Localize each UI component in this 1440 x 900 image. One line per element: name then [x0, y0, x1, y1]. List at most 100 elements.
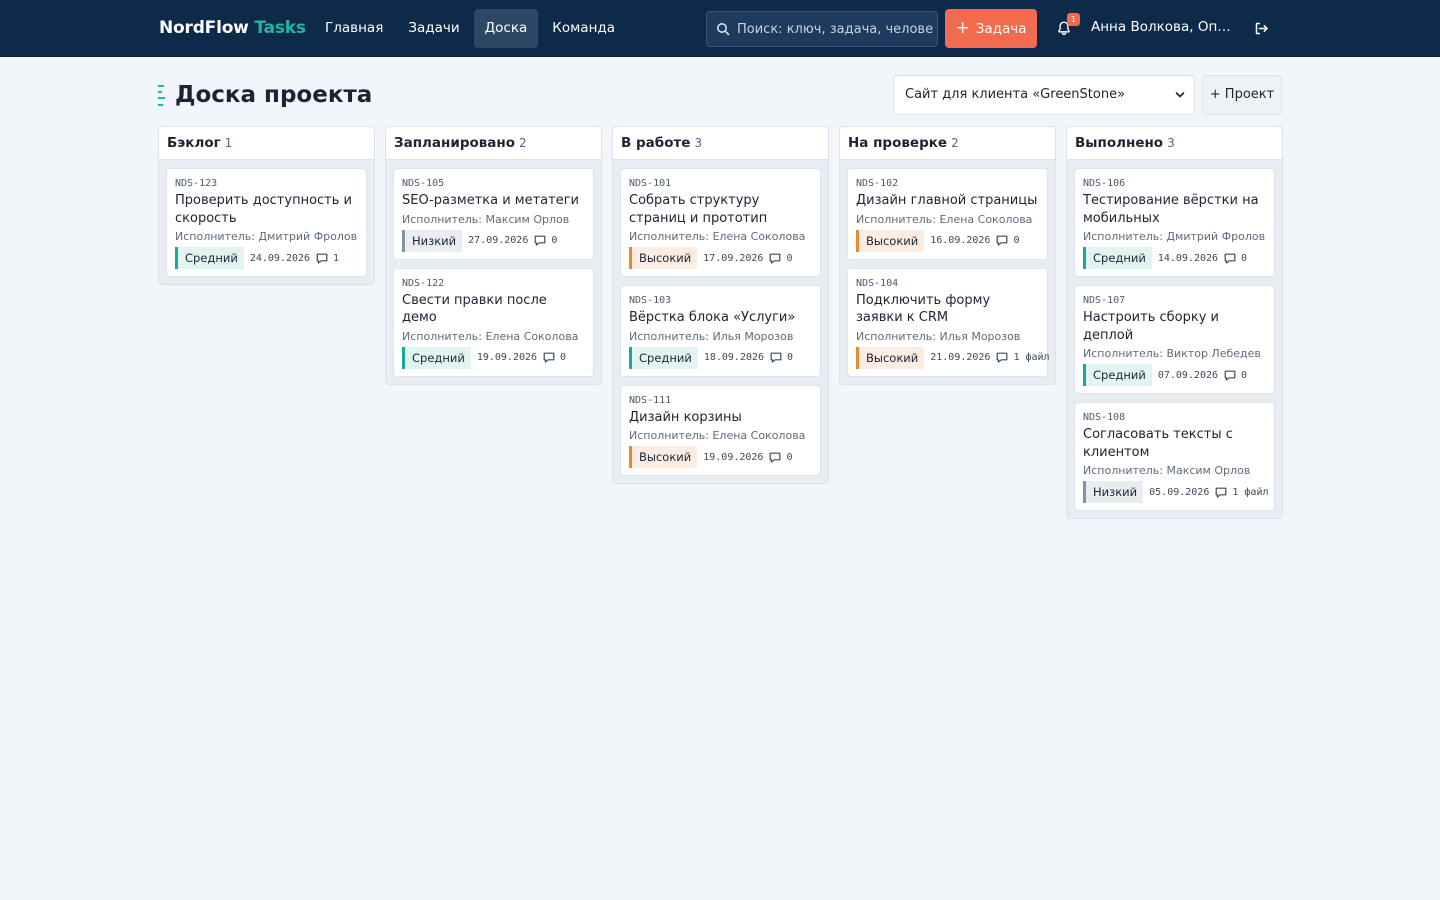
due-date: 24.09.2026	[249, 252, 311, 264]
logout-icon[interactable]	[1254, 21, 1269, 36]
due-date: 17.09.2026	[703, 252, 764, 264]
task-meta: Высокий 17.09.2026 0	[629, 247, 812, 269]
column-header: В работе 3	[613, 127, 828, 160]
assignee-prefix: Исполнитель:	[1083, 230, 1167, 243]
comment-count: 1 файл	[1013, 352, 1050, 363]
column-review: На проверке 2 NDS-102 Дизайн главной страни…	[839, 126, 1056, 385]
task-meta: Средний 07.09.2026 0	[1083, 364, 1266, 386]
due-date: 16.09.2026	[930, 235, 991, 246]
task-key: NDS-122	[402, 277, 445, 289]
column-done: Выполнено 3 NDS-106 Тестирование вёрстки на…	[1066, 126, 1283, 519]
nav-item-team[interactable]: Команда	[541, 9, 626, 48]
column-title: Запланировано	[394, 135, 516, 151]
task-card[interactable]: NDS-104 Подключить форму заявки к CRM Испо…	[847, 267, 1050, 377]
task-meta: Низкий 05.09.2026 1 файл	[1083, 481, 1268, 503]
new-task-label: Задача	[975, 20, 1027, 37]
column-count: 2	[951, 136, 959, 150]
comment-icon	[1215, 487, 1227, 498]
priority-badge: Высокий	[629, 446, 698, 468]
main-nav: Главная Задачи Доска Команда	[314, 9, 629, 48]
task-title: Вёрстка блока «Услуги»	[629, 310, 796, 325]
task-card[interactable]: NDS-108 Согласовать тексты с клиентом Испо…	[1074, 402, 1275, 511]
task-key: NDS-111	[629, 394, 672, 406]
priority-badge: Низкий	[402, 229, 463, 252]
project-select[interactable]: Сайт для клиента «GreenStone»	[893, 75, 1195, 115]
search-icon	[717, 23, 730, 36]
task-card[interactable]: NDS-101 Собрать структуру страниц и прото…	[620, 168, 821, 277]
task-title: SEO-разметка и метатеги	[402, 193, 579, 208]
comment-icon	[770, 352, 782, 363]
task-assignee: Исполнитель: Елена Соколова	[629, 229, 812, 244]
due-date: 19.09.2026	[476, 352, 538, 363]
add-project-button[interactable]: + Проект	[1202, 75, 1282, 115]
task-card[interactable]: NDS-122 Свести правки после демо Исполните…	[393, 267, 594, 377]
task-title: Собрать структуру страниц и прототип	[629, 193, 768, 226]
plus-icon: +	[955, 18, 970, 38]
assignee-prefix: Исполнитель:	[856, 212, 940, 226]
comment-icon	[770, 253, 781, 264]
comment-icon	[1224, 370, 1236, 381]
nav-item-tasks[interactable]: Задачи	[397, 9, 470, 48]
column-count: 3	[1167, 136, 1175, 150]
task-title: Подключить форму заявки к CRM	[856, 292, 991, 326]
comment-icon	[770, 452, 781, 463]
due-date: 18.09.2026	[703, 352, 765, 363]
priority-badge: Низкий	[1083, 481, 1144, 503]
user-name[interactable]: Анна Волкова, Операционный менеджер	[1091, 19, 1237, 35]
column-count: 3	[694, 136, 703, 150]
search-input[interactable]	[737, 12, 933, 46]
task-assignee: Исполнитель: Дмитрий Фролов	[1083, 229, 1266, 244]
project-select-value: Сайт для клиента «GreenStone»	[905, 87, 1126, 102]
brand-accent: Tasks	[254, 18, 306, 38]
priority-badge: Средний	[629, 346, 698, 369]
task-key: NDS-101	[629, 178, 672, 189]
task-key: NDS-106	[1083, 178, 1126, 189]
assignee-name: Максим Орлов	[1166, 464, 1251, 477]
comment-count: 0	[1241, 252, 1248, 264]
assignee-name: Максим Орлов	[485, 212, 570, 226]
task-card[interactable]: NDS-103 Вёрстка блока «Услуги» Исполнитель…	[620, 285, 821, 377]
task-title: Согласовать тексты с клиентом	[1083, 427, 1233, 460]
task-assignee: Исполнитель: Елена Соколова	[856, 212, 1039, 227]
column-header: На проверке 2	[840, 127, 1055, 160]
priority-badge: Высокий	[856, 346, 925, 369]
task-assignee: Исполнитель: Максим Орлов	[1083, 463, 1266, 478]
notification-badge: 1	[1067, 13, 1080, 26]
page-title: Доска проекта	[175, 82, 373, 108]
task-key: NDS-102	[856, 178, 899, 189]
comment-count: 0	[786, 252, 793, 264]
comment-count: 1	[333, 252, 340, 264]
task-assignee: Исполнитель: Максим Орлов	[402, 212, 585, 227]
task-card[interactable]: NDS-106 Тестирование вёрстки на мобильных…	[1074, 168, 1275, 277]
assignee-prefix: Исполнитель:	[1083, 464, 1167, 477]
nav-item-home[interactable]: Главная	[314, 9, 394, 48]
column-backlog: Бэклог 1 NDS-123 Проверить доступность и ск…	[158, 126, 375, 285]
comment-icon	[1224, 253, 1236, 264]
brand-logo[interactable]: NordFlow Tasks	[159, 18, 306, 38]
task-card[interactable]: NDS-105 SEO-разметка и метатеги Исполнител…	[393, 168, 594, 260]
assignee-name: Елена Соколова	[939, 212, 1033, 226]
task-meta: Низкий 27.09.2026 0	[402, 229, 585, 252]
task-card[interactable]: NDS-102 Дизайн главной страницы Исполнител…	[847, 168, 1048, 260]
column-title: На проверке	[848, 135, 948, 151]
task-key: NDS-105	[402, 178, 445, 189]
due-date: 27.09.2026	[468, 235, 529, 246]
task-card[interactable]: NDS-111 Дизайн корзины Исполнитель: Елена …	[620, 384, 821, 476]
assignee-name: Дмитрий Фролов	[1166, 230, 1266, 243]
assignee-prefix: Исполнитель:	[629, 329, 713, 343]
priority-badge: Высокий	[629, 247, 698, 269]
search-box[interactable]	[706, 11, 938, 47]
task-assignee: Исполнитель: Илья Морозов	[629, 329, 812, 344]
due-date: 07.09.2026	[1157, 369, 1219, 381]
brand-main: NordFlow	[159, 18, 249, 38]
task-card[interactable]: NDS-107 Настроить сборку и деплой Исполнит…	[1074, 285, 1275, 394]
task-meta: Высокий 19.09.2026 0	[629, 446, 812, 468]
comment-count: 0	[787, 352, 794, 363]
new-task-button[interactable]: + Задача	[945, 9, 1037, 48]
column-title: Выполнено	[1075, 135, 1164, 151]
task-meta: Высокий 16.09.2026 0	[856, 229, 1039, 252]
task-key: NDS-107	[1083, 295, 1126, 306]
task-title: Проверить доступность и скорость	[175, 193, 352, 226]
nav-item-board[interactable]: Доска	[473, 9, 539, 48]
task-card[interactable]: NDS-123 Проверить доступность и скорость И…	[166, 168, 367, 277]
